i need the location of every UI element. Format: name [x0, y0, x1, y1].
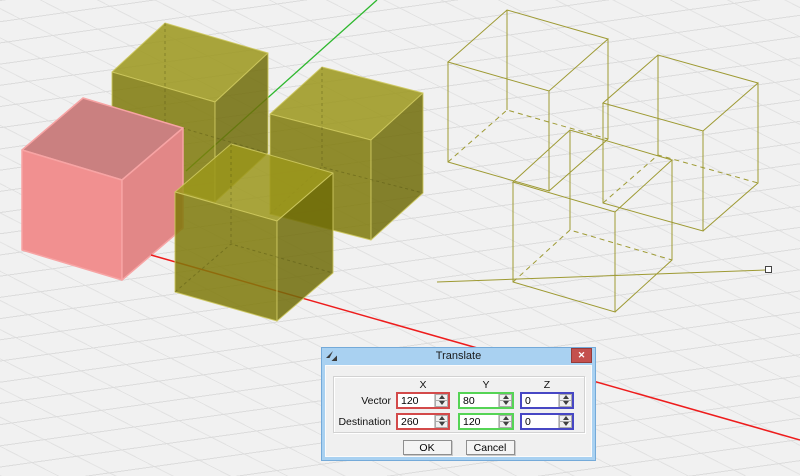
vector-x-input[interactable]	[398, 394, 434, 407]
spin-down-button[interactable]	[499, 422, 512, 429]
close-icon: ✕	[578, 350, 586, 360]
dialog-titlebar[interactable]: Translate ✕	[322, 348, 595, 365]
arrow-down-icon	[563, 422, 569, 426]
vector-x-spinner	[434, 394, 448, 407]
arrow-up-icon	[503, 416, 509, 420]
vector-x-field[interactable]	[396, 392, 450, 409]
arrow-down-icon	[563, 401, 569, 405]
arrow-down-icon	[503, 401, 509, 405]
wireframe-cube-back-left	[448, 10, 608, 191]
wireframe-cube-back-right	[603, 55, 758, 231]
vector-y-field[interactable]	[458, 392, 514, 409]
destination-row-label: Destination	[336, 416, 395, 428]
dialog-buttons: OK Cancel	[326, 440, 591, 455]
arrow-up-icon	[563, 395, 569, 399]
translate-drag-handle[interactable]	[766, 267, 772, 273]
dialog-title: Translate	[322, 348, 595, 365]
hidden-edges	[448, 110, 608, 162]
column-header-y: Y	[458, 379, 514, 391]
cancel-button[interactable]: Cancel	[466, 440, 515, 455]
spin-down-button[interactable]	[499, 401, 512, 408]
vector-y-input[interactable]	[460, 394, 498, 407]
column-header-row: X Y Z	[336, 379, 582, 391]
destination-y-field[interactable]	[458, 413, 514, 430]
arrow-up-icon	[563, 416, 569, 420]
column-header-x: X	[396, 379, 450, 391]
destination-x-input[interactable]	[398, 415, 434, 428]
arrow-up-icon	[439, 395, 445, 399]
arrow-down-icon	[503, 422, 509, 426]
ok-button[interactable]: OK	[403, 440, 452, 455]
arrow-down-icon	[439, 422, 445, 426]
translate-groupbox: X Y Z Vector	[333, 376, 585, 433]
destination-y-spinner	[498, 415, 512, 428]
arrow-down-icon	[439, 401, 445, 405]
destination-y-input[interactable]	[460, 415, 498, 428]
destination-x-field[interactable]	[396, 413, 450, 430]
wireframe-cube-front	[513, 130, 672, 312]
translate-dialog: Translate ✕ X Y Z Vector	[321, 347, 596, 461]
spin-down-button[interactable]	[435, 422, 448, 429]
vector-z-spinner	[558, 394, 572, 407]
spin-down-button[interactable]	[559, 422, 572, 429]
dialog-content: X Y Z Vector	[325, 365, 592, 457]
vector-z-field[interactable]	[520, 392, 574, 409]
destination-z-field[interactable]	[520, 413, 574, 430]
destination-z-spinner	[558, 415, 572, 428]
vector-y-spinner	[498, 394, 512, 407]
selected-red-cube[interactable]	[22, 98, 183, 280]
close-button[interactable]: ✕	[571, 348, 592, 363]
destination-x-spinner	[434, 415, 448, 428]
destination-z-input[interactable]	[522, 415, 558, 428]
vector-row-label: Vector	[336, 395, 395, 407]
destination-row: Destination	[336, 413, 582, 430]
spin-down-button[interactable]	[435, 401, 448, 408]
hidden-edges	[603, 155, 758, 203]
arrow-up-icon	[503, 395, 509, 399]
translate-axis-line	[437, 270, 766, 282]
spin-down-button[interactable]	[559, 401, 572, 408]
column-header-z: Z	[520, 379, 574, 391]
arrow-up-icon	[439, 416, 445, 420]
vector-z-input[interactable]	[522, 394, 558, 407]
vector-row: Vector	[336, 392, 582, 409]
